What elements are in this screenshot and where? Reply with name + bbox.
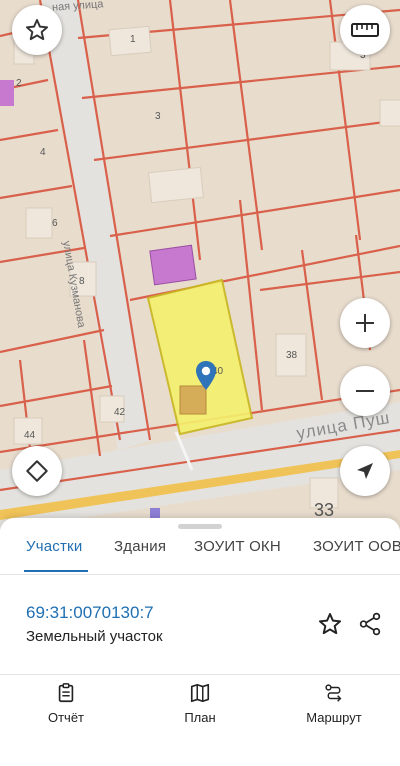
tab-zouit-oov[interactable]: ЗОУИТ ООВ (313, 538, 400, 555)
tab-zouit-okn[interactable]: ЗОУИТ ОКН (194, 538, 281, 555)
house-number: 8 (79, 276, 85, 287)
layer-tabs: Участки Здания ЗОУИТ ОКН ЗОУИТ ООВ (0, 534, 400, 576)
star-icon (25, 19, 49, 41)
cadastral-map[interactable]: ная улица улица Кузманова улица Пуш 1 2 … (0, 0, 400, 530)
my-location-button[interactable] (340, 446, 390, 496)
favorite-button[interactable] (12, 5, 62, 55)
navigation-arrow-icon (357, 463, 373, 479)
plan-label: План (184, 710, 216, 725)
route-button[interactable]: Маршрут (284, 682, 384, 725)
share-button[interactable] (356, 610, 384, 638)
house-number: 1 (130, 34, 136, 45)
share-icon (359, 612, 381, 636)
house-number: 44 (24, 430, 36, 441)
tab-parcels[interactable]: Участки (26, 538, 82, 555)
active-tab-indicator (24, 570, 88, 572)
house-number: 6 (52, 218, 58, 229)
house-number: 2 (16, 78, 22, 89)
zoom-out-button[interactable] (340, 366, 390, 416)
parcel-type: Земельный участок (26, 628, 163, 645)
report-icon (58, 683, 74, 703)
zoom-in-button[interactable] (340, 298, 390, 348)
minus-icon (356, 390, 374, 392)
report-label: Отчёт (47, 710, 85, 725)
house-number: 42 (114, 407, 126, 418)
cadastral-number[interactable]: 69:31:0070130:7 (26, 603, 154, 623)
ruler-button[interactable] (340, 5, 390, 55)
layers-button[interactable] (12, 446, 62, 496)
favorite-parcel-button[interactable] (316, 610, 344, 638)
parcel-info-sheet: Участки Здания ЗОУИТ ОКН ЗОУИТ ООВ 69:31… (0, 518, 400, 766)
layers-icon (26, 460, 48, 482)
ruler-icon (351, 23, 379, 37)
route-label: Маршрут (306, 710, 362, 725)
content-divider (0, 674, 400, 675)
house-number: 4 (40, 147, 46, 158)
star-icon (318, 613, 342, 635)
plan-button[interactable]: План (150, 682, 250, 725)
report-button[interactable]: Отчёт (16, 682, 116, 725)
map-icon (190, 683, 210, 703)
route-icon (325, 684, 342, 702)
map-canvas (0, 0, 400, 530)
tabs-divider (0, 574, 400, 575)
house-number: 38 (286, 350, 298, 361)
plus-icon (356, 314, 374, 332)
sheet-drag-handle[interactable] (178, 524, 222, 529)
tab-buildings[interactable]: Здания (114, 538, 166, 555)
location-pin-icon[interactable] (194, 360, 218, 392)
house-number: 3 (155, 111, 161, 122)
